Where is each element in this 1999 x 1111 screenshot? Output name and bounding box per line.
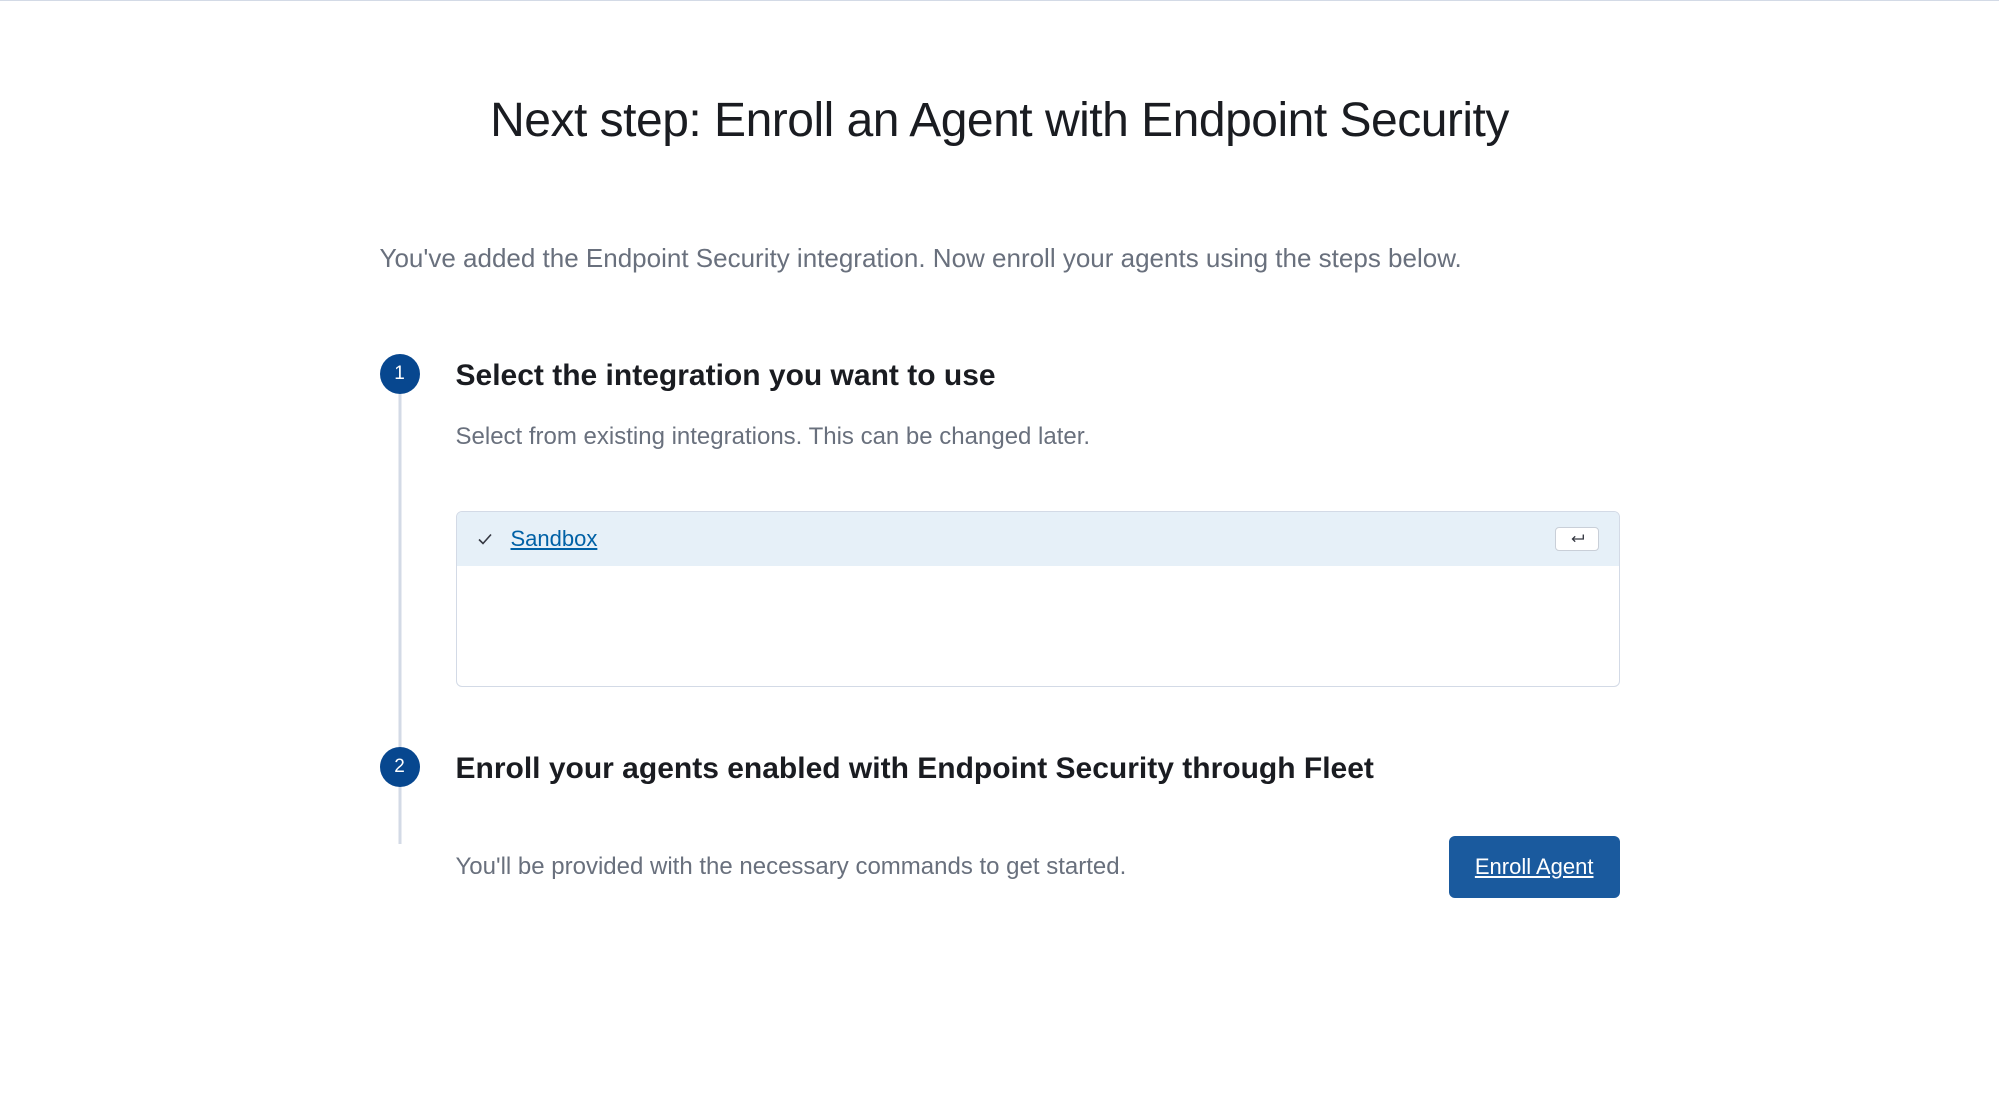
step-1-number-badge: 1 (380, 354, 420, 394)
step-1: 1 Select the integration you want to use… (380, 354, 1620, 747)
enroll-agent-button[interactable]: Enroll Agent (1449, 836, 1620, 898)
page-title: Next step: Enroll an Agent with Endpoint… (380, 93, 1620, 148)
step-2-description: You'll be provided with the necessary co… (456, 853, 1127, 881)
step-2: 2 Enroll your agents enabled with Endpoi… (380, 747, 1620, 898)
steps-list: 1 Select the integration you want to use… (380, 354, 1620, 898)
step-1-title: Select the integration you want to use (456, 354, 1620, 395)
step-2-body: Enroll your agents enabled with Endpoint… (456, 747, 1620, 898)
step-2-title: Enroll your agents enabled with Endpoint… (456, 747, 1620, 788)
step-1-marker: 1 (380, 354, 420, 394)
step-2-number-badge: 2 (380, 747, 420, 787)
step-2-row: You'll be provided with the necessary co… (456, 836, 1620, 898)
integration-select-dropdown-area[interactable] (457, 566, 1619, 686)
step-1-description: Select from existing integrations. This … (456, 423, 1620, 451)
integration-select[interactable]: Sandbox (456, 511, 1620, 687)
integration-selected-label[interactable]: Sandbox (511, 526, 598, 552)
enter-key-icon (1555, 527, 1599, 551)
step-1-body: Select the integration you want to use S… (456, 354, 1620, 747)
check-icon (477, 531, 493, 547)
header-divider (0, 0, 1999, 1)
page-subtitle: You've added the Endpoint Security integ… (380, 243, 1620, 274)
page-container: Next step: Enroll an Agent with Endpoint… (340, 93, 1660, 978)
integration-selected-option[interactable]: Sandbox (457, 512, 1619, 566)
integration-selected-left: Sandbox (477, 526, 598, 552)
step-2-marker: 2 (380, 747, 420, 787)
